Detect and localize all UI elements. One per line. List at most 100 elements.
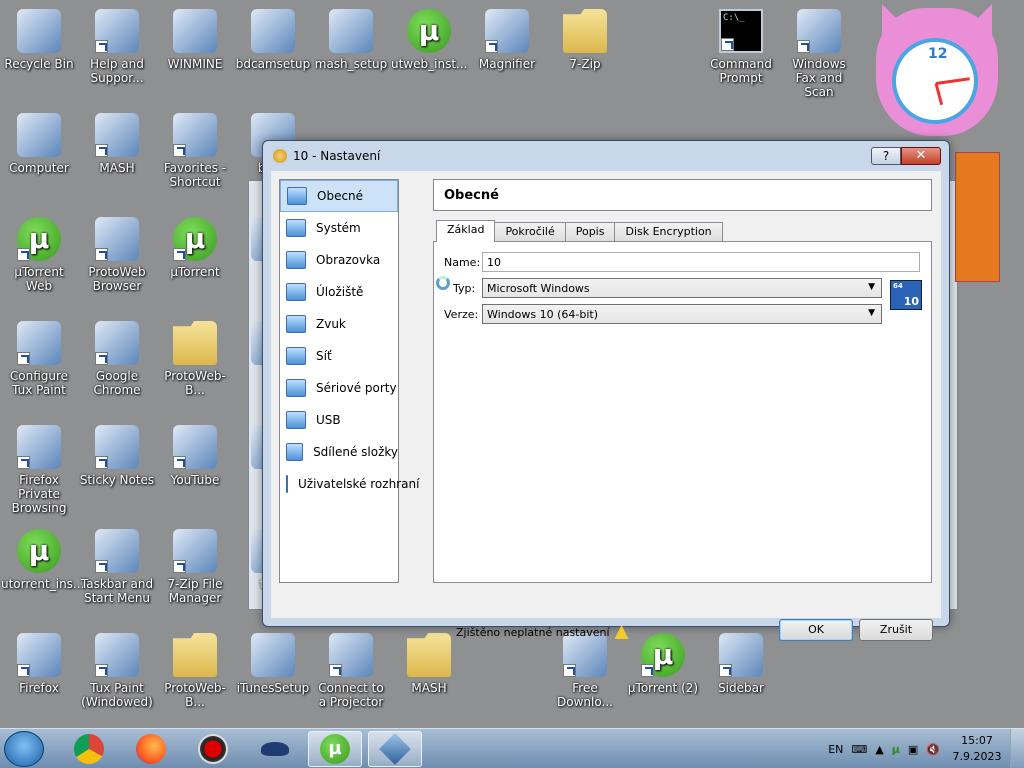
desktop-icon[interactable]: bdcamsetup	[234, 5, 312, 71]
network-icon[interactable]: ▣	[908, 743, 918, 756]
star-icon	[173, 113, 217, 157]
desktop-icon[interactable]: µ µTorrent (2)	[624, 629, 702, 695]
volume-icon[interactable]: 🔇	[926, 743, 940, 756]
desktop-icon[interactable]: µ utweb_inst...	[390, 5, 468, 71]
sidebar-item[interactable]: Sdílené složky	[280, 436, 398, 468]
desktop-icon-label: Free Downlo...	[557, 681, 613, 709]
desktop-icon-label: µTorrent	[170, 265, 220, 279]
desktop-icon[interactable]: Magnifier	[468, 5, 546, 71]
sidebar-item[interactable]: Obecné	[280, 180, 398, 212]
tab[interactable]: Popis	[564, 222, 616, 242]
tab[interactable]: Základ	[436, 220, 496, 242]
taskbar-virtualbox[interactable]	[368, 731, 422, 767]
mash-icon	[261, 742, 289, 756]
desktop-icon[interactable]: Taskbar and Start Menu	[78, 525, 156, 605]
settings-category-icon	[286, 251, 306, 269]
shortcut-arrow-icon	[719, 664, 732, 677]
desktop-icon-label: ProtoWeb-B...	[164, 681, 226, 709]
close-button[interactable]: ✕	[901, 147, 941, 165]
dialog-titlebar[interactable]: 10 - Nastavení	[263, 141, 949, 171]
desktop-icon[interactable]: µ µTorrent Web	[0, 213, 78, 293]
desktop-icon[interactable]: iTunesSetup	[234, 629, 312, 695]
desktop-icon[interactable]: Firefox Private Browsing	[0, 421, 78, 515]
desktop-icon[interactable]: Configure Tux Paint	[0, 317, 78, 397]
desktop-icon[interactable]: Recycle Bin	[0, 5, 78, 71]
desktop-icon[interactable]: Tux Paint (Windowed)	[78, 629, 156, 709]
desktop-icon-label: Windows Fax and Scan	[792, 57, 846, 99]
utorrent-tray-icon[interactable]: µ	[892, 743, 900, 756]
desktop-icon[interactable]: ProtoWeb Browser	[78, 213, 156, 293]
ok-button[interactable]: OK	[779, 619, 853, 641]
tab[interactable]: Disk Encryption	[614, 222, 723, 242]
desktop-icon[interactable]: Connect to a Projector	[312, 629, 390, 709]
taskbar-utorrent[interactable]: µ	[308, 731, 362, 767]
taskbar-firefox[interactable]	[124, 731, 178, 767]
desktop-icon[interactable]: Google Chrome	[78, 317, 156, 397]
sidebar-item[interactable]: Síť	[280, 340, 398, 372]
type-combo[interactable]: Microsoft Windows ▼	[482, 278, 882, 298]
desktop-icon[interactable]: ProtoWeb-B...	[156, 317, 234, 397]
clock-gadget[interactable]: 12	[876, 8, 998, 136]
sidebar-item[interactable]: Obrazovka	[280, 244, 398, 276]
desktop-icon[interactable]: YouTube	[156, 421, 234, 487]
name-field[interactable]: 10	[482, 252, 920, 272]
version-value: Windows 10 (64-bit)	[487, 308, 598, 321]
shortcut-arrow-icon	[329, 664, 342, 677]
sidebar-item[interactable]: Uživatelské rozhraní	[280, 468, 419, 500]
utorrent-icon: µ	[17, 217, 61, 261]
shortcut-arrow-icon	[173, 456, 186, 469]
virtualbox-icon	[379, 733, 411, 765]
taskbar-mash[interactable]	[248, 731, 302, 767]
tray-time: 15:07	[961, 734, 993, 747]
desktop-icon-label: 7-Zip File Manager	[167, 577, 223, 605]
sidebar-item[interactable]: Úložiště	[280, 276, 398, 308]
desktop-icon[interactable]: µ µTorrent	[156, 213, 234, 279]
tray-clock[interactable]: 15:07 7.9.2023	[944, 733, 1010, 765]
desktop-icon[interactable]: 7-Zip	[546, 5, 624, 71]
invalid-settings-warning[interactable]: Zjištěno neplatné nastavení	[456, 625, 629, 639]
notepad-gadget[interactable]	[955, 152, 1000, 282]
system-tray: EN ⌨ ▲ µ ▣ 🔇 15:07 7.9.2023	[824, 729, 1024, 768]
chevron-up-icon[interactable]: ▲	[875, 743, 883, 756]
version-label: Verze:	[444, 307, 479, 321]
desktop-icon[interactable]: ProtoWeb-B...	[156, 629, 234, 709]
tab[interactable]: Pokročilé	[494, 222, 566, 242]
desktop-icon[interactable]: Computer	[0, 109, 78, 175]
desktop-icon-label: Connect to a Projector	[318, 681, 384, 709]
desktop-icon[interactable]: Windows Fax and Scan	[780, 5, 858, 99]
sidebar-item[interactable]: Sériové porty	[280, 372, 398, 404]
desktop-icon[interactable]: Favorites - Shortcut	[156, 109, 234, 189]
taskbar-bandicam[interactable]	[186, 731, 240, 767]
desktop-icon[interactable]: Sidebar	[702, 629, 780, 695]
language-indicator[interactable]: EN	[828, 743, 843, 756]
desktop-icon[interactable]: Free Downlo...	[546, 629, 624, 709]
desktop-icon[interactable]: MASH	[78, 109, 156, 175]
desktop-icon[interactable]: µ utorrent_ins...	[0, 525, 84, 591]
desktop-icon[interactable]: mash_setup	[312, 5, 390, 71]
desktop-icon-label: Favorites - Shortcut	[163, 161, 227, 189]
settings-category-icon	[286, 443, 304, 461]
start-button[interactable]	[4, 731, 44, 767]
desktop-icon[interactable]: WINMINE	[156, 5, 234, 71]
shortcut-arrow-icon	[17, 456, 30, 469]
desktop-icon-label: Configure Tux Paint	[9, 369, 69, 397]
utorrent-icon: µ	[407, 9, 451, 53]
desktop-icon[interactable]: 7-Zip File Manager	[156, 525, 234, 605]
desktop-icon[interactable]: Help and Suppor...	[78, 5, 156, 85]
clock-hand-hour	[934, 83, 944, 106]
sidebar-item[interactable]: Zvuk	[280, 308, 398, 340]
desktop-icon[interactable]: Firefox	[0, 629, 78, 695]
help-button[interactable]: ?	[871, 147, 901, 165]
version-combo[interactable]: Windows 10 (64-bit) ▼	[482, 304, 882, 324]
taskbar-chrome[interactable]	[62, 731, 116, 767]
desktop-icon[interactable]: C:\_ Command Prompt	[702, 5, 780, 85]
sidebar-item[interactable]: Systém	[280, 212, 398, 244]
cancel-button[interactable]: Zrušit	[859, 619, 933, 641]
desktop-icon[interactable]: Sticky Notes	[78, 421, 156, 487]
version-row: Verze: Windows 10 (64-bit) ▼	[444, 304, 882, 324]
desktop-icon-label: µTorrent (2)	[627, 681, 699, 695]
show-desktop-button[interactable]	[1010, 729, 1024, 768]
keyboard-icon[interactable]: ⌨	[851, 743, 867, 756]
sidebar-item[interactable]: USB	[280, 404, 398, 436]
type-value: Microsoft Windows	[487, 282, 590, 295]
